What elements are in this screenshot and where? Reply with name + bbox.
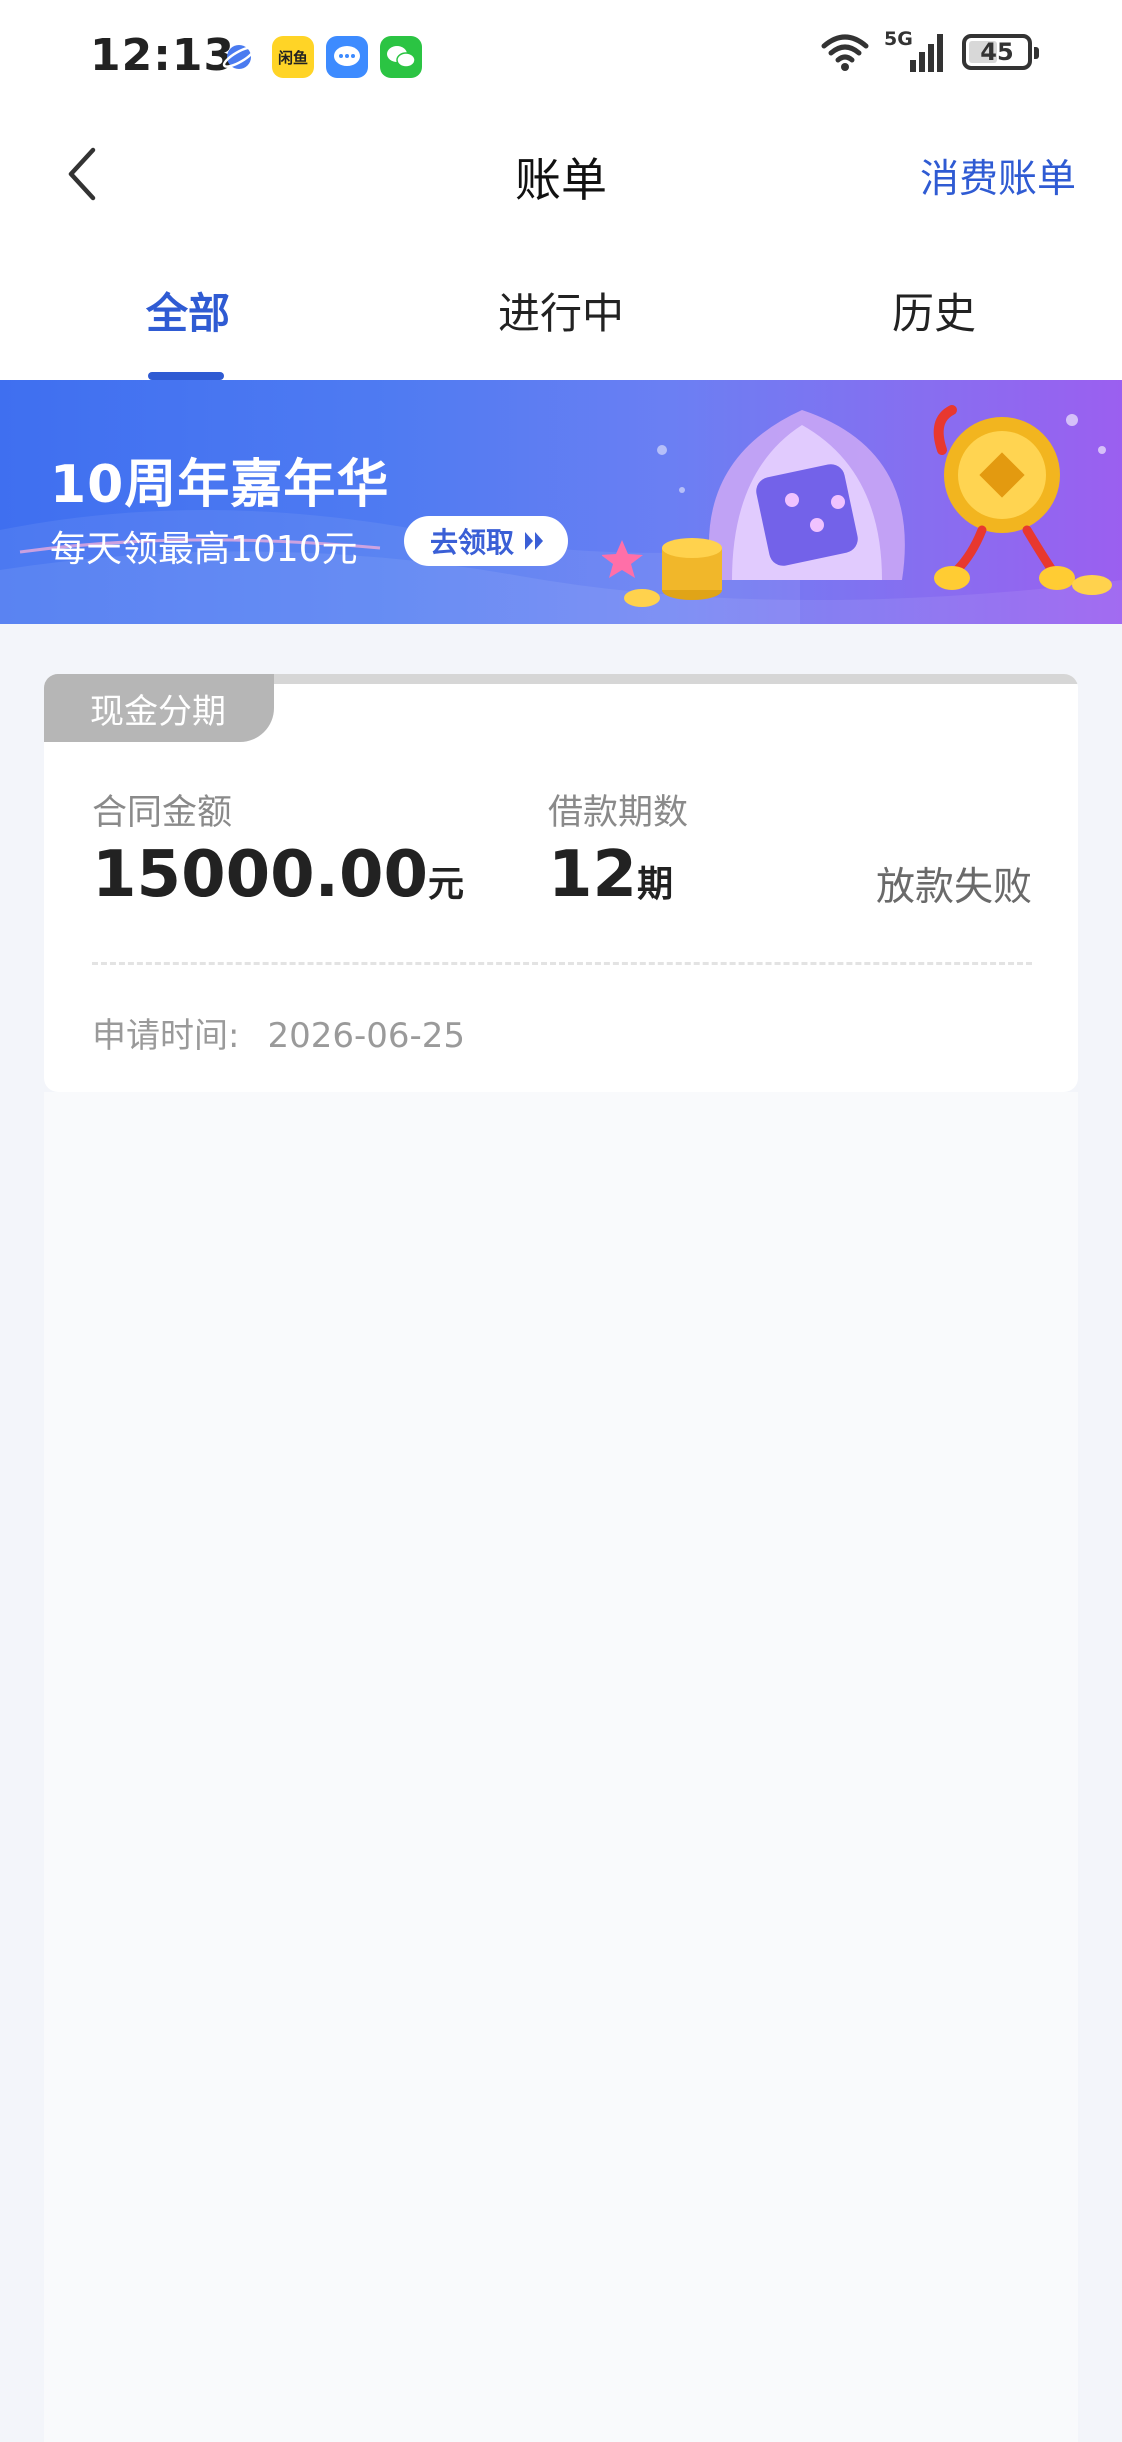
consumption-bill-link[interactable]: 消费账单 <box>920 148 1076 204</box>
content-area <box>44 1092 1078 2442</box>
dashed-divider <box>92 962 1032 965</box>
tab-all[interactable]: 全部 <box>146 280 230 341</box>
banner-subtitle: 每天领最高1010元 <box>50 529 358 570</box>
tab-bar: 全部 进行中 历史 <box>0 236 1122 380</box>
xianyu-app-icon: 闲鱼 <box>272 36 314 78</box>
apply-time-value: 2026-06-25 <box>267 1016 466 1056</box>
status-time: 12:13 <box>90 30 236 81</box>
notification-app-icons: 闲鱼 <box>218 36 422 78</box>
loan-status: 放款失败 <box>875 865 1032 910</box>
wifi-icon <box>821 34 869 71</box>
loan-periods-unit: 期 <box>637 864 674 905</box>
contract-amount-unit: 元 <box>428 864 465 905</box>
claim-button[interactable]: 去领取 <box>404 516 569 566</box>
nav-bar: 账单 消费账单 <box>0 112 1122 236</box>
apply-time-label: 申请时间: <box>92 1016 240 1056</box>
contract-amount-value: 15000.00 <box>92 838 429 912</box>
planet-app-icon <box>218 36 260 78</box>
signal-indicator: 5G <box>884 28 948 74</box>
tab-active-indicator <box>148 372 224 380</box>
contract-amount-label: 合同金额 <box>92 793 233 833</box>
promo-banner[interactable]: 10周年嘉年华 每天领最高1010元 去领取 <box>0 380 1122 624</box>
tab-history[interactable]: 历史 <box>892 280 976 341</box>
status-indicators: 5G 45 <box>820 28 1039 74</box>
signal-icon <box>910 34 943 72</box>
banner-title: 10周年嘉年华 <box>50 455 390 515</box>
contract-amount: 15000.00元 <box>92 838 464 912</box>
battery-level: 45 <box>980 38 1014 66</box>
loan-periods-value: 12 <box>548 838 638 912</box>
wechat-app-icon <box>380 36 422 78</box>
tab-ongoing[interactable]: 进行中 <box>498 280 624 341</box>
xianyu-app-label: 闲鱼 <box>277 48 308 67</box>
loan-periods: 12期 <box>548 838 673 912</box>
battery-icon: 45 <box>962 34 1039 70</box>
double-chevron-right-icon <box>525 532 544 550</box>
shell-treasure-illustration <box>602 405 1112 607</box>
loan-periods-label: 借款期数 <box>548 793 689 833</box>
apply-time: 申请时间: 2026-06-25 <box>92 1008 465 1057</box>
product-type-tag: 现金分期 <box>44 674 274 742</box>
bill-card[interactable]: 现金分期 合同金额 15000.00元 借款期数 12期 放款失败 申请时间: 2… <box>44 674 1078 1092</box>
status-bar: 12:13 闲鱼 5G 45 <box>0 0 1122 112</box>
claim-button-label: 去领取 <box>430 526 515 559</box>
message-app-icon <box>326 36 368 78</box>
